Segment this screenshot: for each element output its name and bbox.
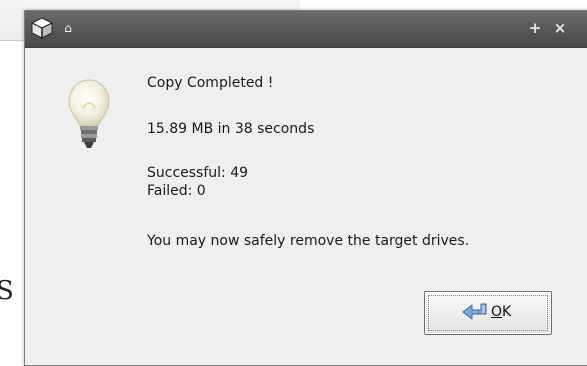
- transfer-summary: 15.89 MB in 38 seconds: [147, 121, 315, 137]
- window-menu-icon[interactable]: ⌂: [61, 21, 75, 35]
- lightbulb-icon: [65, 76, 113, 156]
- pin-icon[interactable]: +: [527, 20, 543, 36]
- successful-count: Successful: 49: [147, 165, 249, 181]
- safe-removal-note: You may now safely remove the target dri…: [147, 233, 470, 249]
- return-arrow-icon: [460, 301, 490, 325]
- ok-label-rest: K: [502, 304, 512, 320]
- background-partial-text: S: [0, 276, 14, 306]
- close-icon[interactable]: ×: [552, 20, 568, 36]
- copy-completed-dialog: ⌂ + × Copy Completed ! 15.89 MB in 38 se…: [24, 10, 587, 366]
- failed-count: Failed: 0: [147, 183, 206, 199]
- app-cube-icon[interactable]: [30, 16, 54, 40]
- dialog-content: Copy Completed ! 15.89 MB in 38 seconds …: [25, 48, 587, 365]
- titlebar[interactable]: ⌂ + ×: [25, 11, 587, 48]
- ok-button[interactable]: OK: [424, 291, 552, 335]
- copy-status-title: Copy Completed !: [147, 75, 274, 91]
- ok-mnemonic: O: [491, 304, 503, 320]
- ok-button-label: OK: [491, 304, 511, 320]
